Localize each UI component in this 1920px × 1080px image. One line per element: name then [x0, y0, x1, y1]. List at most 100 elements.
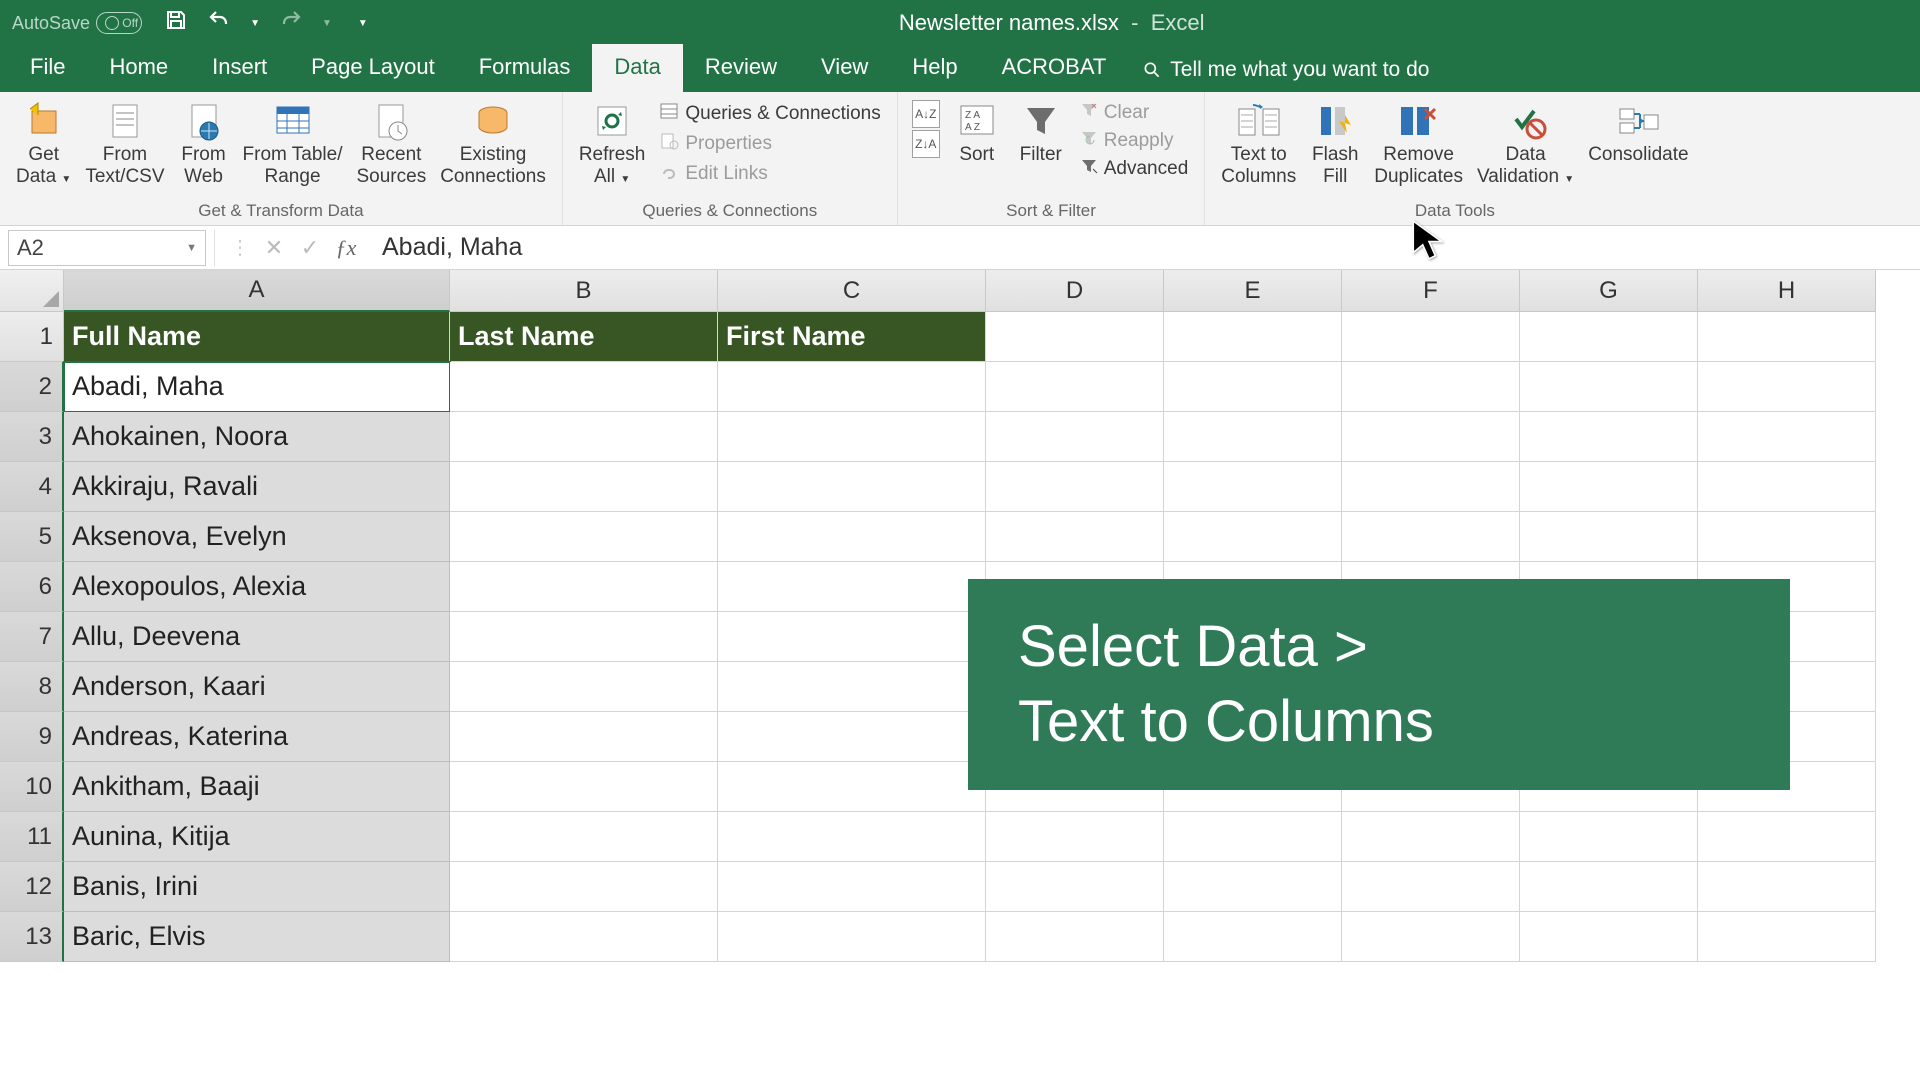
- cell-A11[interactable]: Aunina, Kitija: [64, 812, 450, 862]
- cell-D11[interactable]: [986, 812, 1164, 862]
- cell-B12[interactable]: [450, 862, 718, 912]
- from-text-csv-button[interactable]: From Text/CSV: [79, 96, 170, 188]
- queries-connections-button[interactable]: Queries & Connections: [653, 100, 886, 128]
- cell-G4[interactable]: [1520, 462, 1698, 512]
- cell-A5[interactable]: Aksenova, Evelyn: [64, 512, 450, 562]
- text-to-columns-button[interactable]: Text to Columns: [1215, 96, 1302, 188]
- cell-E13[interactable]: [1164, 912, 1342, 962]
- cancel-formula-button[interactable]: ✕: [256, 230, 292, 266]
- cell-E4[interactable]: [1164, 462, 1342, 512]
- column-header-A[interactable]: A: [64, 270, 450, 312]
- tab-formulas[interactable]: Formulas: [457, 44, 593, 92]
- cell-G13[interactable]: [1520, 912, 1698, 962]
- cell-A13[interactable]: Baric, Elvis: [64, 912, 450, 962]
- cell-E11[interactable]: [1164, 812, 1342, 862]
- cell-A4[interactable]: Akkiraju, Ravali: [64, 462, 450, 512]
- row-header-6[interactable]: 6: [0, 562, 64, 612]
- cell-C8[interactable]: [718, 662, 986, 712]
- tab-page-layout[interactable]: Page Layout: [289, 44, 457, 92]
- sort-desc-button[interactable]: Z↓A: [912, 130, 940, 158]
- flash-fill-button[interactable]: Flash Fill: [1304, 96, 1366, 188]
- cell-A1[interactable]: Full Name: [64, 312, 450, 362]
- cell-B1[interactable]: Last Name: [450, 312, 718, 362]
- cell-G1[interactable]: [1520, 312, 1698, 362]
- enter-formula-button[interactable]: ✓: [292, 230, 328, 266]
- cell-D4[interactable]: [986, 462, 1164, 512]
- cell-C12[interactable]: [718, 862, 986, 912]
- filter-button[interactable]: Filter: [1010, 96, 1072, 166]
- column-header-B[interactable]: B: [450, 270, 718, 312]
- cell-A2[interactable]: Abadi, Maha: [64, 362, 450, 412]
- name-box-dropdown-icon[interactable]: ▼: [186, 242, 197, 254]
- cell-G2[interactable]: [1520, 362, 1698, 412]
- cell-B13[interactable]: [450, 912, 718, 962]
- cell-H12[interactable]: [1698, 862, 1876, 912]
- properties-button[interactable]: Properties: [653, 130, 886, 158]
- cell-D5[interactable]: [986, 512, 1164, 562]
- name-box[interactable]: A2 ▼: [8, 230, 206, 266]
- cell-B3[interactable]: [450, 412, 718, 462]
- cell-A9[interactable]: Andreas, Katerina: [64, 712, 450, 762]
- from-table-range-button[interactable]: From Table/ Range: [237, 96, 349, 188]
- cell-A8[interactable]: Anderson, Kaari: [64, 662, 450, 712]
- row-header-12[interactable]: 12: [0, 862, 64, 912]
- cell-F1[interactable]: [1342, 312, 1520, 362]
- row-header-1[interactable]: 1: [0, 312, 64, 362]
- row-header-7[interactable]: 7: [0, 612, 64, 662]
- row-header-10[interactable]: 10: [0, 762, 64, 812]
- cell-A3[interactable]: Ahokainen, Noora: [64, 412, 450, 462]
- cell-B6[interactable]: [450, 562, 718, 612]
- get-data-button[interactable]: Get Data ▼: [10, 96, 77, 188]
- cell-H13[interactable]: [1698, 912, 1876, 962]
- select-all-corner[interactable]: [0, 270, 64, 312]
- cell-D13[interactable]: [986, 912, 1164, 962]
- tell-me-search[interactable]: Tell me what you want to do: [1142, 58, 1429, 92]
- cell-E12[interactable]: [1164, 862, 1342, 912]
- cell-G12[interactable]: [1520, 862, 1698, 912]
- cell-C3[interactable]: [718, 412, 986, 462]
- cell-B10[interactable]: [450, 762, 718, 812]
- cell-G5[interactable]: [1520, 512, 1698, 562]
- cell-D12[interactable]: [986, 862, 1164, 912]
- clear-filter-button[interactable]: Clear: [1074, 100, 1195, 126]
- tab-file[interactable]: File: [8, 44, 87, 92]
- cell-C11[interactable]: [718, 812, 986, 862]
- save-icon[interactable]: [164, 8, 188, 38]
- tab-insert[interactable]: Insert: [190, 44, 289, 92]
- from-web-button[interactable]: From Web: [173, 96, 235, 188]
- undo-icon[interactable]: [206, 8, 232, 38]
- row-header-3[interactable]: 3: [0, 412, 64, 462]
- cell-F4[interactable]: [1342, 462, 1520, 512]
- cell-H3[interactable]: [1698, 412, 1876, 462]
- cell-C2[interactable]: [718, 362, 986, 412]
- tab-data[interactable]: Data: [592, 44, 682, 92]
- data-validation-button[interactable]: Data Validation ▼: [1471, 96, 1580, 188]
- cell-C10[interactable]: [718, 762, 986, 812]
- row-header-4[interactable]: 4: [0, 462, 64, 512]
- edit-links-button[interactable]: Edit Links: [653, 160, 886, 188]
- tab-review[interactable]: Review: [683, 44, 799, 92]
- cell-B9[interactable]: [450, 712, 718, 762]
- sort-button[interactable]: Z AA Z Sort: [946, 96, 1008, 166]
- cell-C9[interactable]: [718, 712, 986, 762]
- tab-acrobat[interactable]: ACROBAT: [980, 44, 1129, 92]
- cell-A7[interactable]: Allu, Deevena: [64, 612, 450, 662]
- cell-B7[interactable]: [450, 612, 718, 662]
- column-header-G[interactable]: G: [1520, 270, 1698, 312]
- cell-C5[interactable]: [718, 512, 986, 562]
- row-header-11[interactable]: 11: [0, 812, 64, 862]
- column-header-C[interactable]: C: [718, 270, 986, 312]
- cell-C6[interactable]: [718, 562, 986, 612]
- cell-B5[interactable]: [450, 512, 718, 562]
- cell-H11[interactable]: [1698, 812, 1876, 862]
- cell-A10[interactable]: Ankitham, Baaji: [64, 762, 450, 812]
- cell-E1[interactable]: [1164, 312, 1342, 362]
- cell-F5[interactable]: [1342, 512, 1520, 562]
- row-header-13[interactable]: 13: [0, 912, 64, 962]
- cell-C7[interactable]: [718, 612, 986, 662]
- fx-button[interactable]: ƒx: [328, 230, 364, 266]
- cell-A6[interactable]: Alexopoulos, Alexia: [64, 562, 450, 612]
- cell-F12[interactable]: [1342, 862, 1520, 912]
- cell-F13[interactable]: [1342, 912, 1520, 962]
- cell-C1[interactable]: First Name: [718, 312, 986, 362]
